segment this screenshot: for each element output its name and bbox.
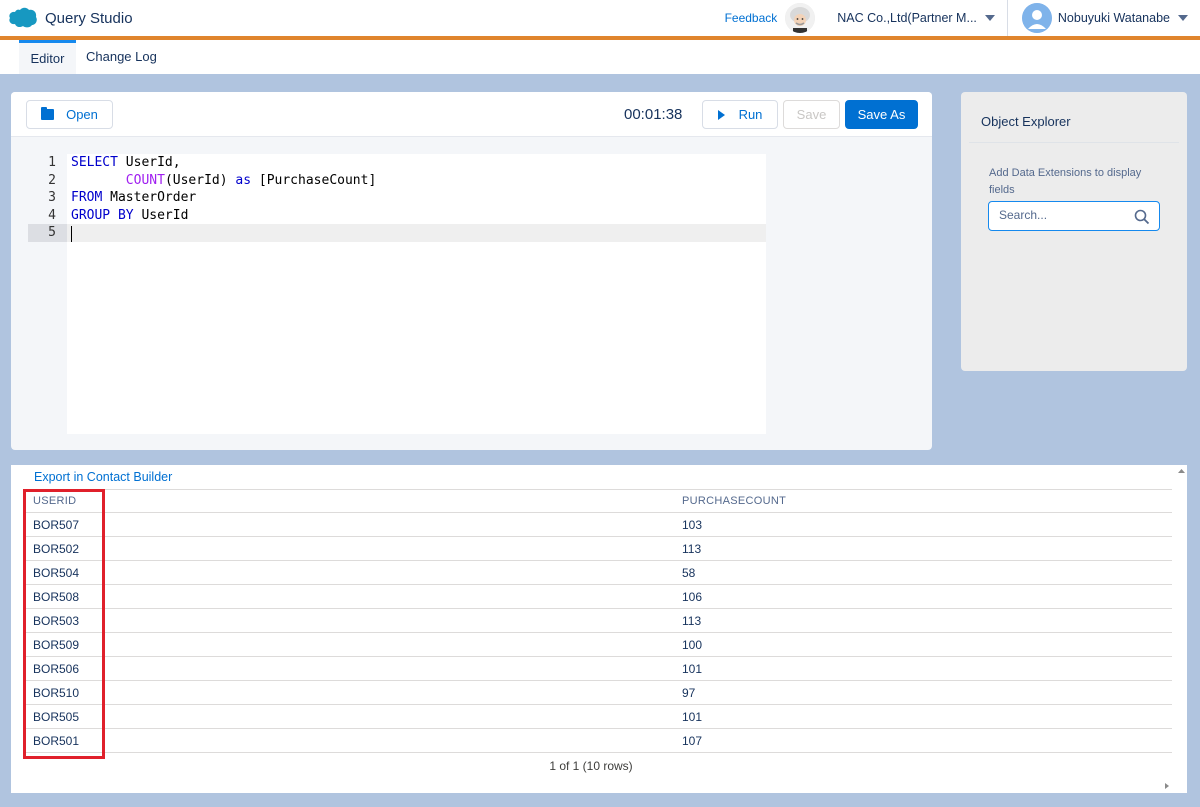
- cell-purchasecount: 103: [682, 518, 703, 532]
- header-right: Feedback NAC Co.,Ltd(Partner M... Nobuyu…: [725, 0, 1200, 36]
- table-row[interactable]: BOR509 100: [24, 633, 1172, 657]
- scroll-right-arrow-icon[interactable]: [1161, 780, 1172, 792]
- table-row[interactable]: BOR507 103: [24, 513, 1172, 537]
- save-as-button-label: Save As: [857, 107, 906, 122]
- active-line-highlight: [67, 224, 766, 242]
- cell-purchasecount: 101: [682, 662, 703, 676]
- results-pager: 1 of 1 (10 rows): [549, 759, 633, 773]
- explorer-search-box[interactable]: [988, 201, 1160, 231]
- play-icon: [717, 109, 725, 120]
- tab-editor[interactable]: Editor: [19, 40, 76, 74]
- cell-userid: BOR509: [33, 638, 80, 652]
- column-header-purchasecount[interactable]: PURCHASECOUNT: [682, 495, 786, 507]
- cell-purchasecount: 106: [682, 590, 703, 604]
- table-row[interactable]: BOR503 113: [24, 609, 1172, 633]
- search-input[interactable]: [999, 208, 1129, 222]
- query-timer: 00:01:38: [624, 106, 683, 123]
- search-icon[interactable]: [1134, 209, 1150, 225]
- cell-purchasecount: 113: [682, 614, 702, 628]
- column-header-userid[interactable]: USERID: [33, 495, 76, 507]
- editor-toolbar: Open 00:01:38 Run Save Save As: [11, 92, 932, 137]
- top-header: Query Studio Feedback NAC Co.,Ltd(Partne…: [0, 0, 1200, 36]
- tab-bar: Editor Change Log: [0, 40, 1200, 74]
- sql-editor[interactable]: 1 2 3 4 5 SELECT UserId, COUNT(UserId) a…: [28, 154, 766, 434]
- cell-userid: BOR502: [33, 542, 80, 556]
- salesforce-cloud-icon: [9, 7, 37, 28]
- run-button-label: Run: [738, 107, 763, 122]
- object-explorer-title: Object Explorer: [981, 114, 1071, 129]
- cell-userid: BOR507: [33, 518, 80, 532]
- line-gutter: 1 2 3 4 5: [28, 154, 67, 434]
- code-line: FROM MasterOrder: [71, 190, 197, 205]
- cell-userid: BOR501: [33, 734, 80, 748]
- user-avatar-icon[interactable]: [1021, 3, 1052, 33]
- user-name[interactable]: Nobuyuki Watanabe: [1058, 11, 1170, 25]
- line-number: 1: [48, 155, 56, 170]
- cell-purchasecount: 97: [682, 686, 696, 700]
- explorer-hint: Add Data Extensions to display fields: [989, 167, 1142, 196]
- open-button-label: Open: [66, 107, 98, 122]
- feedback-link[interactable]: Feedback: [725, 11, 778, 25]
- table-row[interactable]: BOR501 107: [24, 729, 1172, 753]
- line-number: 5: [28, 224, 67, 242]
- table-row[interactable]: BOR504 58: [24, 561, 1172, 585]
- brand[interactable]: Query Studio: [8, 7, 133, 29]
- table-row[interactable]: BOR502 113: [24, 537, 1172, 561]
- scroll-up-arrow-icon[interactable]: [1176, 465, 1187, 477]
- cell-userid: BOR508: [33, 590, 80, 604]
- text-cursor: [71, 226, 72, 242]
- folder-icon: [41, 107, 55, 120]
- cell-userid: BOR510: [33, 686, 80, 700]
- object-explorer: Object Explorer Add Data Extensions to d…: [961, 92, 1187, 371]
- tab-change-log[interactable]: Change Log: [86, 40, 157, 74]
- save-as-button[interactable]: Save As: [845, 100, 918, 129]
- cell-purchasecount: 100: [682, 638, 703, 652]
- cell-userid: BOR505: [33, 710, 80, 724]
- table-row[interactable]: BOR510 97: [24, 681, 1172, 705]
- table-row[interactable]: BOR505 101: [24, 705, 1172, 729]
- caret-down-icon[interactable]: [984, 15, 995, 21]
- code-line: GROUP BY UserId: [71, 208, 189, 223]
- caret-down-icon[interactable]: [1178, 15, 1188, 21]
- cell-userid: BOR506: [33, 662, 80, 676]
- cell-purchasecount: 107: [682, 734, 703, 748]
- explorer-divider: [969, 142, 1179, 143]
- save-button[interactable]: Save: [783, 100, 840, 129]
- export-contact-builder-link[interactable]: Export in Contact Builder: [34, 470, 172, 484]
- open-button[interactable]: Open: [26, 100, 113, 129]
- results-header-row: USERID PURCHASECOUNT: [24, 489, 1172, 513]
- code-line: SELECT UserId,: [71, 155, 181, 170]
- cell-userid: BOR503: [33, 614, 80, 628]
- table-row[interactable]: BOR506 101: [24, 657, 1172, 681]
- cell-userid: BOR504: [33, 566, 80, 580]
- editor-panel: Open 00:01:38 Run Save Save As 1 2 3 4 5…: [11, 92, 932, 450]
- cell-purchasecount: 58: [682, 566, 696, 580]
- cell-purchasecount: 113: [682, 542, 702, 556]
- save-button-label: Save: [796, 107, 827, 122]
- table-row[interactable]: BOR508 106: [24, 585, 1172, 609]
- app-name: Query Studio: [45, 9, 133, 27]
- org-name[interactable]: NAC Co.,Ltd(Partner M...: [837, 11, 977, 25]
- line-number: 3: [48, 190, 56, 205]
- results-panel: Export in Contact Builder USERID PURCHAS…: [11, 465, 1187, 793]
- line-number: 2: [48, 173, 56, 188]
- line-number: 4: [48, 208, 56, 223]
- run-button[interactable]: Run: [702, 100, 778, 129]
- code-line: COUNT(UserId) as [PurchaseCount]: [125, 173, 377, 188]
- header-divider: [1006, 0, 1008, 36]
- cell-purchasecount: 101: [682, 710, 703, 724]
- einstein-icon[interactable]: [785, 3, 816, 33]
